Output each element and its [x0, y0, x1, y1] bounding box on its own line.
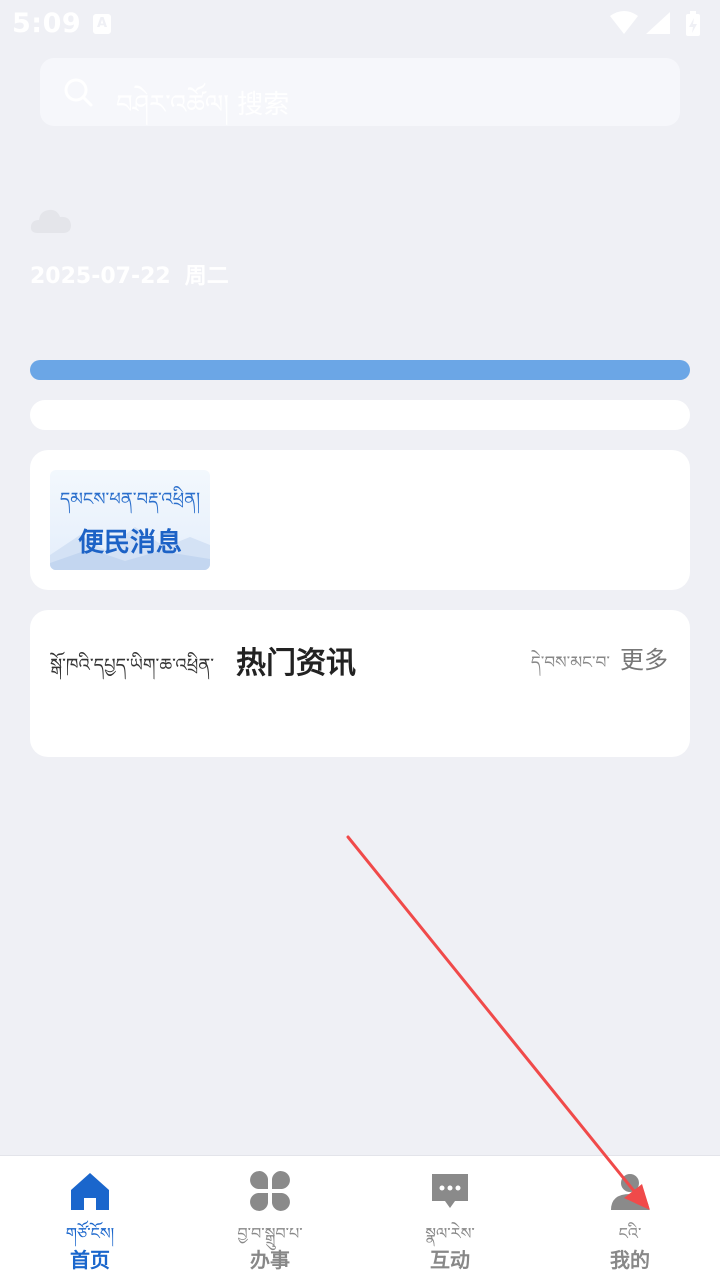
notice-title: 便民消息 — [77, 528, 182, 558]
battery-icon — [686, 11, 700, 36]
nav-item-interact[interactable]: སྣལ་རེས་ 互动 — [360, 1156, 540, 1281]
news-tibetan: སྒོ་ཁའི་དཔྱད་ཡིག་ཆ་འཕྲིན་ — [50, 655, 215, 676]
nav-services-label: 办事 — [250, 1248, 290, 1272]
notice-banner[interactable]: དམངས་ཕན་བརྡ་འཕྲིན། 便民消息 — [50, 470, 210, 570]
more-label: 更多 — [620, 646, 668, 674]
banner-blue-bar — [30, 360, 690, 380]
search-bar[interactable]: བཤེར་འཚོལ། 搜索 — [40, 58, 680, 126]
news-card: སྒོ་ཁའི་དཔྱད་ཡིག་ཆ་འཕྲིན་ 热门资讯 དེ་བས་མང་… — [30, 610, 690, 757]
banner-white-bar — [30, 400, 690, 430]
nav-item-services[interactable]: བྱ་བ་སྒྲུབ་པ་ 办事 — [180, 1156, 360, 1281]
search-placeholder: བཤེར་འཚོལ། 搜索 — [116, 90, 290, 120]
nav-item-mine[interactable]: ངའི་ 我的 — [540, 1156, 720, 1281]
date-value: 2025-07-22 — [30, 264, 171, 289]
signal-icon — [646, 12, 670, 34]
wifi-icon — [610, 11, 638, 34]
cloud-icon — [30, 209, 71, 233]
status-right-icons — [608, 10, 708, 38]
notification-a-icon: A — [93, 14, 111, 34]
grid-icon — [250, 1171, 290, 1211]
status-bar: 5:09 A — [0, 0, 720, 50]
more-link[interactable]: དེ་བས་མང་བ་ 更多 — [531, 640, 668, 691]
nav-item-home[interactable]: གཙོ་ངོས། 首页 — [0, 1156, 180, 1281]
person-icon — [611, 1174, 649, 1210]
weekday-value: 周二 — [184, 264, 229, 289]
bottom-nav: གཙོ་ངོས། 首页 བྱ་བ་སྒྲུབ་པ་ 办事 སྣལ་རེས་ 互动… — [0, 1155, 720, 1281]
more-tibetan: དེ་བས་མང་བ་ — [530, 653, 610, 673]
status-time: 5:09 — [12, 8, 82, 39]
nav-interact-label: 互动 — [430, 1248, 470, 1272]
date-weekday: 2025-07-22 周二 — [30, 258, 229, 290]
home-icon — [71, 1173, 109, 1210]
search-icon — [64, 78, 93, 107]
chat-icon — [432, 1174, 468, 1208]
notice-card: དམངས་ཕན་བརྡ་འཕྲིན། 便民消息 — [30, 450, 690, 590]
nav-mine-label: 我的 — [610, 1248, 650, 1272]
news-title: 热门资讯 — [236, 646, 356, 681]
nav-home-label: 首页 — [70, 1248, 110, 1272]
